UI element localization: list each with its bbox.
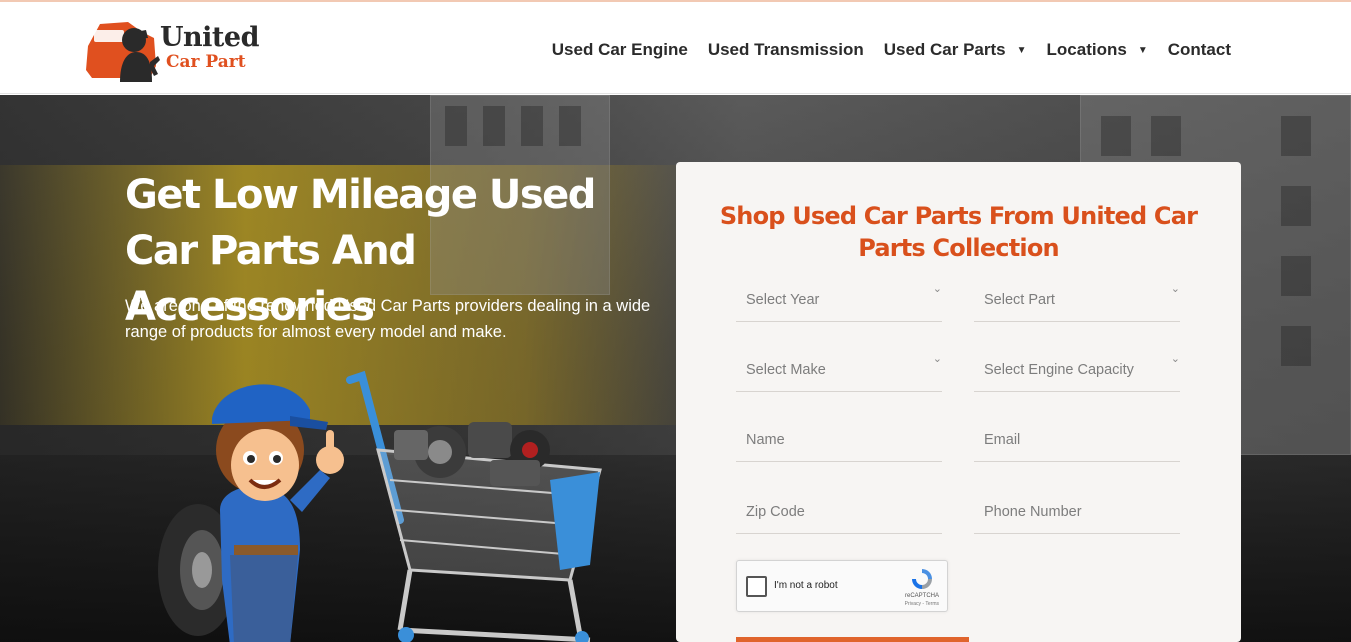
caret-down-icon: ▼ [1016,44,1027,56]
zip-code-placeholder: Zip Code [746,503,805,520]
nav-label: Locations [1046,40,1127,59]
recaptcha-label: I'm not a robot [774,580,838,591]
hero-banner: Get Low Mileage Used Car Parts And Acces… [0,95,1351,642]
recaptcha-checkbox[interactable] [746,576,767,597]
site-logo[interactable]: United Car Part [84,16,264,82]
caret-down-icon: ▼ [1137,44,1148,56]
nav-label: Used Transmission [707,40,864,59]
select-engine-capacity-dropdown[interactable]: Select Engine Capacity ⌄ [974,348,1180,392]
main-nav: Used Car Engine Used Transmission Used C… [532,40,1231,60]
logo-wordmark-car-part: Car Part [166,52,246,72]
select-make-dropdown[interactable]: Select Make ⌄ [736,348,942,392]
select-part-dropdown[interactable]: Select Part ⌄ [974,278,1180,322]
nav-locations[interactable]: Locations ▼ [1047,40,1148,60]
nav-label: Contact [1167,40,1231,59]
car-mechanic-logo-icon [86,22,160,82]
nav-used-car-parts[interactable]: Used Car Parts ▼ [884,40,1027,60]
chevron-down-icon: ⌄ [932,283,942,295]
select-year-dropdown[interactable]: Select Year ⌄ [736,278,942,322]
nav-label: Used Car Parts [883,40,1006,59]
email-placeholder: Email [984,431,1021,448]
zip-code-field[interactable]: Zip Code [736,490,942,534]
nav-used-car-engine[interactable]: Used Car Engine [552,40,688,60]
chevron-down-icon: ⌄ [1170,283,1180,295]
recaptcha-widget[interactable]: I'm not a robot reCAPTCHA Privacy - Term… [736,560,948,612]
name-placeholder: Name [746,431,785,448]
select-engine-capacity-label: Select Engine Capacity [984,361,1134,378]
phone-number-placeholder: Phone Number [984,503,1082,520]
nav-used-transmission[interactable]: Used Transmission [708,40,864,60]
chevron-down-icon: ⌄ [932,353,942,365]
nav-label: Used Car Engine [551,40,688,59]
submit-button[interactable] [736,637,969,642]
form-title: Shop Used Car Parts From United Car Part… [719,202,1198,262]
chevron-down-icon: ⌄ [1170,353,1180,365]
phone-number-field[interactable]: Phone Number [974,490,1180,534]
email-field[interactable]: Email [974,418,1180,462]
recaptcha-terms-link[interactable]: Privacy - Terms [905,601,939,607]
recaptcha-brand: reCAPTCHA [904,593,939,599]
logo-wordmark-united: United [160,22,259,53]
site-header: United Car Part Used Car Engine Used Tra… [0,2,1351,94]
name-field[interactable]: Name [736,418,942,462]
nav-contact[interactable]: Contact [1168,40,1231,60]
select-make-label: Select Make [746,361,826,378]
parts-search-form: Shop Used Car Parts From United Car Part… [676,162,1241,642]
mechanic-cart-illustration [158,370,602,642]
hero-description: We are one of the renowned Used Car Part… [125,297,651,341]
recaptcha-logo-icon [912,569,932,589]
select-part-label: Select Part [984,291,1055,308]
select-year-label: Select Year [746,291,820,308]
